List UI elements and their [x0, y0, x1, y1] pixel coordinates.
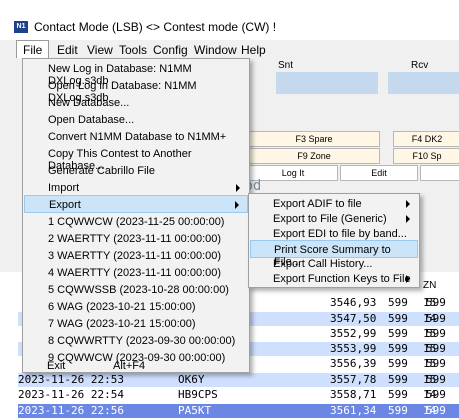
- cell-date: 2023-11-26 22:54: [18, 388, 124, 401]
- menu-config[interactable]: Config: [153, 43, 188, 57]
- menu-item-export[interactable]: Export: [24, 195, 248, 213]
- cell-date: 2023-11-26 22:56: [18, 404, 124, 417]
- cell-snt: 599: [388, 312, 408, 325]
- cell-snt: 599: [388, 388, 408, 401]
- exit-accelerator: Alt+F4: [113, 360, 146, 372]
- zn-column-header[interactable]: ZN: [423, 280, 436, 291]
- cell-snt: 599: [388, 327, 408, 340]
- chevron-right-icon: [406, 200, 410, 208]
- rcv-field[interactable]: [388, 72, 459, 94]
- snt-field[interactable]: [276, 72, 378, 94]
- cell-freq: 3558,71: [330, 388, 377, 401]
- chevron-right-icon: [406, 215, 410, 223]
- menu-item-generate-cabrillo[interactable]: Generate Cabrillo File: [24, 162, 248, 180]
- menu-item-open-log[interactable]: Open Log in Database: N1MM DXLog.s3db: [24, 77, 248, 104]
- menu-item-recent-1[interactable]: 1 CQWWCW (2023-11-25 00:00:00): [24, 213, 248, 231]
- menu-item-recent-2[interactable]: 2 WAERTTY (2023-11-11 00:00:00): [24, 230, 248, 248]
- cell-call: HB9CPS: [178, 388, 218, 401]
- cell-freq: 3546,93: [330, 296, 377, 309]
- chevron-right-icon: [235, 201, 239, 209]
- menu-bar: File Edit View Tools Config Window Help: [0, 40, 459, 60]
- cell-date: 2023-11-26 22:53: [18, 373, 124, 386]
- file-menu: New Log in Database: N1MM DXLog.s3db Ope…: [22, 58, 250, 373]
- cell-snt: 599: [388, 342, 408, 355]
- cell-call: PA5KT: [178, 404, 212, 417]
- menu-tools[interactable]: Tools: [119, 43, 147, 57]
- menu-item-recent-4[interactable]: 4 WAERTTY (2023-11-11 00:00:00): [24, 264, 248, 282]
- zn-cell: 15: [423, 373, 437, 386]
- menu-item-recent-7[interactable]: 7 WAG (2023-10-21 15:00:00): [24, 315, 248, 333]
- export-submenu: Export ADIF to file Export to File (Gene…: [248, 193, 420, 288]
- menu-help[interactable]: Help: [241, 43, 266, 57]
- zn-cell: 14: [423, 404, 437, 417]
- zn-cell: 15: [423, 357, 437, 370]
- rcv-label: Rcv: [411, 60, 429, 71]
- table-row-selected[interactable]: 2023-11-26 22:56 PA5KT 3561,34 599 599: [18, 404, 459, 418]
- menu-item-open-database[interactable]: Open Database...: [24, 111, 248, 129]
- window-title: Contact Mode (LSB) <> Contest mode (CW) …: [34, 20, 277, 34]
- table-row[interactable]: 2023-11-26 22:53 OK6Y 3557,78 599 599: [18, 373, 459, 387]
- f10-button[interactable]: F10 Sp: [393, 148, 459, 164]
- cell-freq: 3553,99: [330, 342, 377, 355]
- menu-edit[interactable]: Edit: [57, 43, 78, 57]
- extra-button[interactable]: [420, 165, 459, 181]
- menu-item-recent-5[interactable]: 5 CQWWSSB (2023-10-28 00:00:00): [24, 281, 248, 299]
- menu-file[interactable]: File: [16, 40, 50, 60]
- menu-item-recent-8[interactable]: 8 CQWWRTTY (2023-09-30 00:00:00): [24, 332, 248, 350]
- menu-item-recent-3[interactable]: 3 WAERTTY (2023-11-11 00:00:00): [24, 247, 248, 265]
- log-it-button[interactable]: Log It: [248, 165, 338, 181]
- cell-freq: 3561,34: [330, 404, 377, 417]
- snt-label: Snt: [278, 60, 294, 71]
- cell-freq: 3547,50: [330, 312, 377, 325]
- cell-call: OK6Y: [178, 373, 205, 386]
- cell-freq: 3556,39: [330, 357, 377, 370]
- menu-item-new-log[interactable]: New Log in Database: N1MM DXLog.s3db: [24, 60, 248, 87]
- zn-cell: 15: [423, 296, 437, 309]
- table-row[interactable]: 2023-11-26 22:54 HB9CPS 3558,71 599 599: [18, 388, 459, 402]
- chevron-right-icon: [406, 275, 410, 283]
- zn-cell: 15: [423, 327, 437, 340]
- cell-freq: 3552,99: [330, 327, 377, 340]
- menu-item-copy-contest[interactable]: Copy This Contest to Another Database...: [24, 145, 248, 172]
- menu-item-recent-6[interactable]: 6 WAG (2023-10-21 15:00:00): [24, 298, 248, 316]
- menu-window[interactable]: Window: [194, 43, 237, 57]
- cell-snt: 599: [388, 404, 408, 417]
- cell-snt: 599: [388, 357, 408, 370]
- menu-item-export-function-keys[interactable]: Export Function Keys to File: [250, 270, 418, 286]
- f4-button[interactable]: F4 DK2: [393, 131, 459, 147]
- f3-button[interactable]: F3 Spare: [248, 131, 380, 147]
- menu-item-new-database[interactable]: New Database...: [24, 94, 248, 112]
- app-icon: N1: [14, 21, 28, 33]
- cell-snt: 599: [388, 373, 408, 386]
- menu-item-exit[interactable]: Exit Alt+F4: [23, 357, 247, 375]
- title-bar: N1 Contact Mode (LSB) <> Contest mode (C…: [0, 0, 459, 40]
- cell-snt: 599: [388, 296, 408, 309]
- zn-cell: 14: [423, 312, 437, 325]
- menu-view[interactable]: View: [87, 43, 113, 57]
- menu-item-convert-database[interactable]: Convert N1MM Database to N1MM+: [24, 128, 248, 146]
- f9-button[interactable]: F9 Zone: [248, 148, 380, 164]
- zn-cell: 15: [423, 342, 437, 355]
- edit-button[interactable]: Edit: [340, 165, 418, 181]
- zn-cell: 14: [423, 388, 437, 401]
- chevron-right-icon: [236, 184, 240, 192]
- cell-freq: 3557,78: [330, 373, 377, 386]
